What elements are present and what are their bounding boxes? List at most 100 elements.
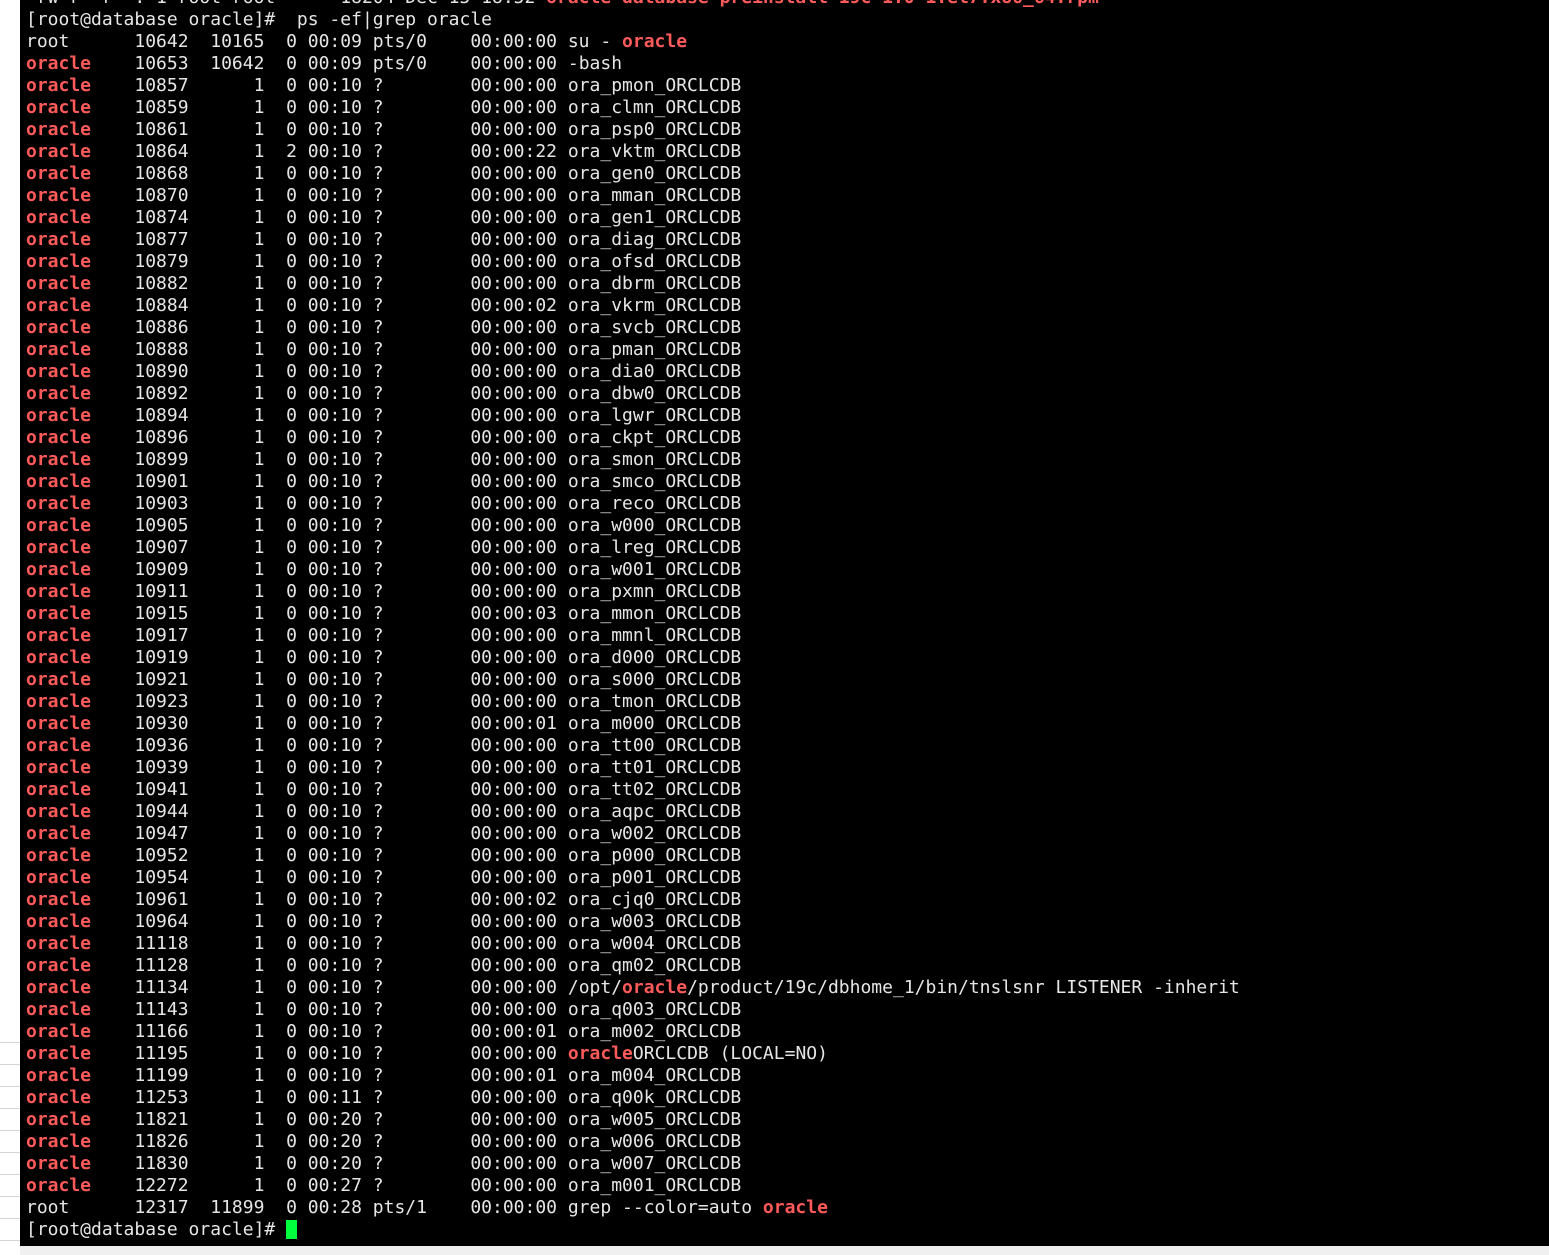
highlighted-match: oracle xyxy=(26,449,92,470)
highlighted-match: oracle xyxy=(26,295,92,316)
terminal-line: oracle 10939 1 0 00:10 ? 00:00:00 ora_tt… xyxy=(26,757,1240,779)
highlighted-match: oracle xyxy=(26,889,92,910)
terminal-window[interactable]: -rw-r--r--. 1 root root 18204 Dec 15 18:… xyxy=(20,0,1549,1246)
terminal-line: oracle 10947 1 0 00:10 ? 00:00:00 ora_w0… xyxy=(26,823,1240,845)
margin-gridline xyxy=(0,1130,20,1131)
left-margin xyxy=(0,0,20,1255)
output-text: 11253 1 0 00:11 ? 00:00:00 ora_q00k_ORCL… xyxy=(91,1087,742,1108)
terminal-cursor[interactable] xyxy=(286,1220,298,1239)
output-text: 11118 1 0 00:10 ? 00:00:00 ora_w004_ORCL… xyxy=(91,933,742,954)
output-text: 10919 1 0 00:10 ? 00:00:00 ora_d000_ORCL… xyxy=(91,647,742,668)
output-text: 10952 1 0 00:10 ? 00:00:00 ora_p000_ORCL… xyxy=(91,845,742,866)
margin-gridline xyxy=(0,1108,20,1109)
terminal-line: oracle 10901 1 0 00:10 ? 00:00:00 ora_sm… xyxy=(26,471,1240,493)
margin-gridline xyxy=(0,1218,20,1219)
terminal-line: oracle 10907 1 0 00:10 ? 00:00:00 ora_lr… xyxy=(26,537,1240,559)
terminal-line: oracle 10884 1 0 00:10 ? 00:00:02 ora_vk… xyxy=(26,295,1240,317)
highlighted-match: oracle xyxy=(26,383,92,404)
highlighted-match: oracle xyxy=(26,735,92,756)
output-text: 11128 1 0 00:10 ? 00:00:00 ora_qm02_ORCL… xyxy=(91,955,742,976)
output-text: 11166 1 0 00:10 ? 00:00:01 ora_m002_ORCL… xyxy=(91,1021,742,1042)
highlighted-match: oracle xyxy=(26,911,92,932)
output-text: 10892 1 0 00:10 ? 00:00:00 ora_dbw0_ORCL… xyxy=(91,383,742,404)
terminal-line: oracle 10944 1 0 00:10 ? 00:00:00 ora_aq… xyxy=(26,801,1240,823)
highlighted-match: oracle xyxy=(26,97,92,118)
output-text: 10874 1 0 00:10 ? 00:00:00 ora_gen1_ORCL… xyxy=(91,207,742,228)
highlighted-match: oracle xyxy=(26,669,92,690)
output-text: 10915 1 0 00:10 ? 00:00:03 ora_mmon_ORCL… xyxy=(91,603,742,624)
output-text: 12272 1 0 00:27 ? 00:00:00 ora_m001_ORCL… xyxy=(91,1175,742,1196)
highlighted-match: oracle xyxy=(26,559,92,580)
terminal-line: oracle 10915 1 0 00:10 ? 00:00:03 ora_mm… xyxy=(26,603,1240,625)
terminal-line: oracle 10917 1 0 00:10 ? 00:00:00 ora_mm… xyxy=(26,625,1240,647)
highlighted-match: oracle xyxy=(762,1197,828,1218)
output-text: 10964 1 0 00:10 ? 00:00:00 ora_w003_ORCL… xyxy=(91,911,742,932)
highlighted-match: oracle xyxy=(26,75,92,96)
output-text: 11195 1 0 00:10 ? 00:00:00 xyxy=(91,1043,568,1064)
highlighted-match: oracle xyxy=(26,845,92,866)
highlighted-match: oracle xyxy=(26,427,92,448)
highlighted-match: oracle xyxy=(26,757,92,778)
output-text: 10905 1 0 00:10 ? 00:00:00 ora_w000_ORCL… xyxy=(91,515,742,536)
output-text: 10861 1 0 00:10 ? 00:00:00 ora_psp0_ORCL… xyxy=(91,119,742,140)
highlighted-match: oracle xyxy=(26,977,92,998)
terminal-line: oracle 10896 1 0 00:10 ? 00:00:00 ora_ck… xyxy=(26,427,1240,449)
output-text: 10859 1 0 00:10 ? 00:00:00 ora_clmn_ORCL… xyxy=(91,97,742,118)
terminal-line: oracle 10930 1 0 00:10 ? 00:00:01 ora_m0… xyxy=(26,713,1240,735)
output-text: [root@database oracle]# ps -ef|grep orac… xyxy=(26,9,492,30)
highlighted-match: oracle xyxy=(26,647,92,668)
terminal-line: oracle 11195 1 0 00:10 ? 00:00:00 oracle… xyxy=(26,1043,1240,1065)
output-text: ORCLCDB (LOCAL=NO) xyxy=(632,1043,828,1064)
output-text: 10864 1 2 00:10 ? 00:00:22 ora_vktm_ORCL… xyxy=(91,141,742,162)
terminal-line: oracle 10964 1 0 00:10 ? 00:00:00 ora_w0… xyxy=(26,911,1240,933)
highlighted-match: oracle xyxy=(26,119,92,140)
margin-gridline xyxy=(0,1042,20,1043)
output-text: 11830 1 0 00:20 ? 00:00:00 ora_w007_ORCL… xyxy=(91,1153,742,1174)
output-text: 11199 1 0 00:10 ? 00:00:01 ora_m004_ORCL… xyxy=(91,1065,742,1086)
terminal-line: oracle 10919 1 0 00:10 ? 00:00:00 ora_d0… xyxy=(26,647,1240,669)
highlighted-match: oracle xyxy=(26,141,92,162)
terminal-line: oracle 10892 1 0 00:10 ? 00:00:00 ora_db… xyxy=(26,383,1240,405)
terminal-line: oracle 12272 1 0 00:27 ? 00:00:00 ora_m0… xyxy=(26,1175,1240,1197)
output-text: /product/19c/dbhome_1/bin/tnslsnr LISTEN… xyxy=(687,977,1240,998)
output-text: 10941 1 0 00:10 ? 00:00:00 ora_tt02_ORCL… xyxy=(91,779,742,800)
terminal-line: oracle 11826 1 0 00:20 ? 00:00:00 ora_w0… xyxy=(26,1131,1240,1153)
highlighted-match: oracle xyxy=(26,1065,92,1086)
highlighted-match: oracle xyxy=(622,31,688,52)
output-text: -rw-r--r--. 1 root root 18204 Dec 15 18:… xyxy=(26,0,546,8)
output-text: 10903 1 0 00:10 ? 00:00:00 ora_reco_ORCL… xyxy=(91,493,742,514)
terminal-line: oracle 10903 1 0 00:10 ? 00:00:00 ora_re… xyxy=(26,493,1240,515)
highlighted-match: oracle xyxy=(26,1175,92,1196)
output-text: 10888 1 0 00:10 ? 00:00:00 ora_pman_ORCL… xyxy=(91,339,742,360)
output-text: [root@database oracle]# xyxy=(26,1219,287,1240)
highlighted-match: oracle xyxy=(26,251,92,272)
terminal-line: oracle 11128 1 0 00:10 ? 00:00:00 ora_qm… xyxy=(26,955,1240,977)
highlighted-match: oracle xyxy=(26,955,92,976)
terminal-line: oracle 10905 1 0 00:10 ? 00:00:00 ora_w0… xyxy=(26,515,1240,537)
terminal-line: oracle 10936 1 0 00:10 ? 00:00:00 ora_tt… xyxy=(26,735,1240,757)
terminal-line: oracle 10921 1 0 00:10 ? 00:00:00 ora_s0… xyxy=(26,669,1240,691)
highlighted-match: oracle xyxy=(26,867,92,888)
terminal-line: oracle 10874 1 0 00:10 ? 00:00:00 ora_ge… xyxy=(26,207,1240,229)
highlighted-match: oracle xyxy=(26,361,92,382)
terminal-line: oracle 11821 1 0 00:20 ? 00:00:00 ora_w0… xyxy=(26,1109,1240,1131)
terminal-line: oracle 10879 1 0 00:10 ? 00:00:00 ora_of… xyxy=(26,251,1240,273)
highlighted-match: oracle xyxy=(26,779,92,800)
margin-gridline xyxy=(0,1196,20,1197)
output-text: 10930 1 0 00:10 ? 00:00:01 ora_m000_ORCL… xyxy=(91,713,742,734)
output-text: 10857 1 0 00:10 ? 00:00:00 ora_pmon_ORCL… xyxy=(91,75,742,96)
margin-gridline xyxy=(0,1152,20,1153)
output-text: 10923 1 0 00:10 ? 00:00:00 ora_tmon_ORCL… xyxy=(91,691,742,712)
output-text: 10882 1 0 00:10 ? 00:00:00 ora_dbrm_ORCL… xyxy=(91,273,742,294)
highlighted-match: oracle xyxy=(26,493,92,514)
highlighted-match: oracle xyxy=(26,1109,92,1130)
terminal-line: oracle 10859 1 0 00:10 ? 00:00:00 ora_cl… xyxy=(26,97,1240,119)
highlighted-match: oracle xyxy=(26,1131,92,1152)
output-text: 11821 1 0 00:20 ? 00:00:00 ora_w005_ORCL… xyxy=(91,1109,742,1130)
terminal-line: oracle 10894 1 0 00:10 ? 00:00:00 ora_lg… xyxy=(26,405,1240,427)
highlighted-match: oracle xyxy=(26,933,92,954)
terminal-line: oracle 10941 1 0 00:10 ? 00:00:00 ora_tt… xyxy=(26,779,1240,801)
output-text: 10879 1 0 00:10 ? 00:00:00 ora_ofsd_ORCL… xyxy=(91,251,742,272)
terminal-line: oracle 10864 1 2 00:10 ? 00:00:22 ora_vk… xyxy=(26,141,1240,163)
highlighted-match: oracle xyxy=(26,317,92,338)
